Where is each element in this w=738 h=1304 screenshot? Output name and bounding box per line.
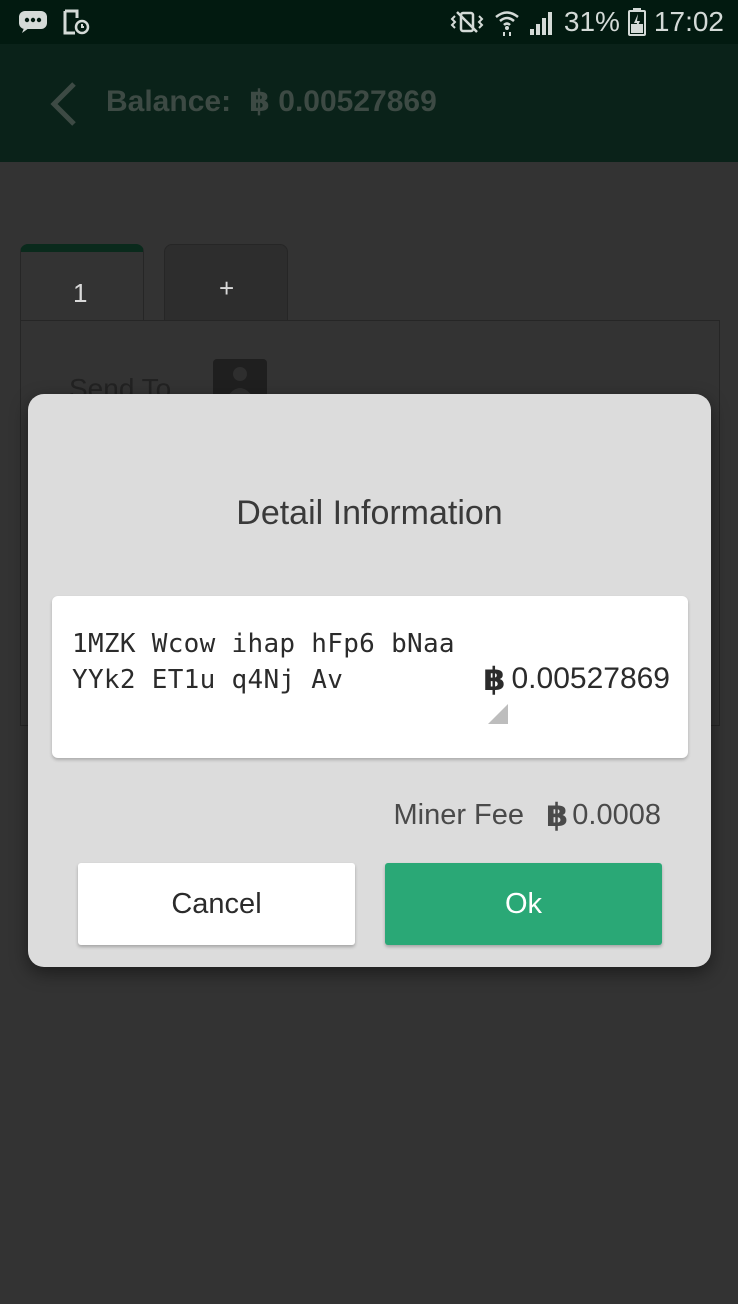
battery-icon	[627, 8, 646, 36]
app-bar: Balance: ฿ 0.00527869	[0, 44, 738, 162]
tab-label: 1	[73, 278, 88, 308]
status-time: 17:02	[653, 6, 724, 37]
add-tab-button[interactable]: +	[164, 244, 288, 322]
bitcoin-icon: ฿	[483, 661, 506, 697]
message-icon	[18, 10, 48, 34]
balance-label: Balance:	[106, 84, 232, 118]
ok-button[interactable]: Ok	[385, 863, 662, 945]
tab-1[interactable]: 1	[20, 244, 144, 322]
miner-fee-value: 0.0008	[572, 798, 661, 831]
address-line-2: YYk2 ET1u q4Nj Av	[72, 665, 344, 695]
detail-dialog: Detail Information 1MZK Wcow ihap hFp6 b…	[28, 394, 711, 967]
chevron-left-icon	[50, 82, 76, 126]
miner-fee-label: Miner Fee	[393, 798, 525, 831]
bitcoin-icon: ฿	[546, 797, 569, 833]
send-amount: ฿ 0.00527869	[483, 660, 670, 698]
tab-label: +	[219, 273, 235, 303]
back-button[interactable]	[44, 80, 84, 128]
mute-vibrate-icon	[448, 9, 486, 35]
corner-grip-icon	[488, 704, 508, 729]
balance-display: Balance: ฿ 0.00527869	[106, 84, 437, 119]
miner-fee: Miner Fee ฿ 0.0008	[393, 796, 661, 834]
wifi-icon	[494, 8, 520, 36]
balance-value: 0.00527869	[278, 85, 437, 118]
bitcoin-icon: ฿	[249, 85, 270, 118]
recipient-address: 1MZK Wcow ihap hFp6 bNaa YYk2 ET1u q4Nj …	[72, 626, 492, 698]
status-bar: 31% 17:02	[0, 0, 738, 44]
signal-icon	[528, 9, 556, 35]
address-line-1: 1MZK Wcow ihap hFp6 bNaa	[72, 629, 455, 659]
amount-value: 0.00527869	[511, 662, 671, 695]
dialog-title: Detail Information	[236, 494, 503, 532]
battery-percent: 31%	[563, 6, 620, 37]
screenshot-icon	[62, 8, 90, 36]
cancel-button[interactable]: Cancel	[78, 863, 355, 945]
detail-card: 1MZK Wcow ihap hFp6 bNaa YYk2 ET1u q4Nj …	[52, 596, 688, 758]
